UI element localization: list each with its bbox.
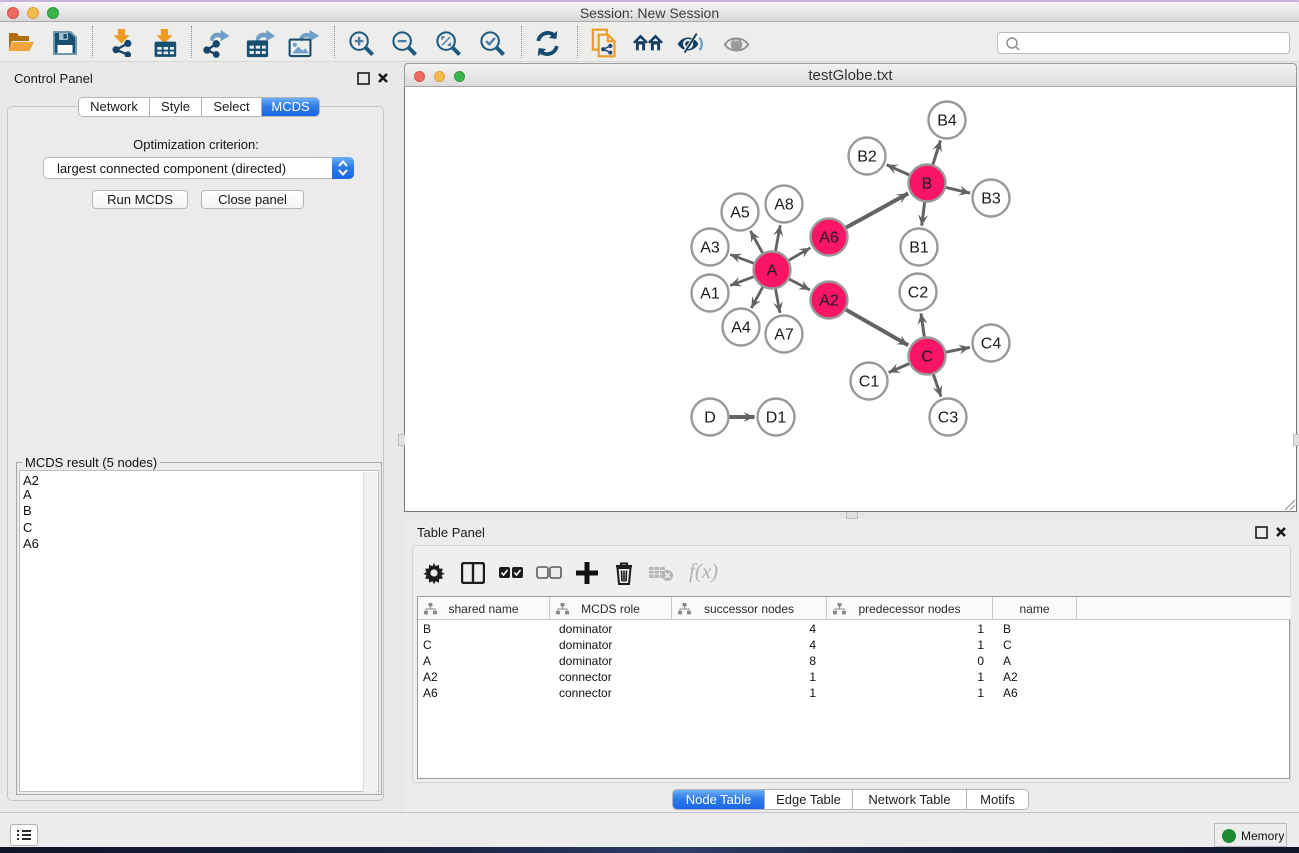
svg-text:A3: A3 — [700, 240, 720, 257]
svg-text:A1: A1 — [700, 286, 720, 303]
svg-text:A8: A8 — [774, 197, 794, 214]
svg-text:D1: D1 — [766, 410, 787, 427]
svg-text:D: D — [704, 410, 716, 427]
svg-text:A: A — [767, 263, 778, 280]
svg-text:B: B — [922, 176, 933, 193]
svg-text:A5: A5 — [730, 205, 750, 222]
svg-text:A7: A7 — [774, 327, 794, 344]
svg-text:A4: A4 — [731, 320, 751, 337]
svg-text:C3: C3 — [938, 410, 959, 427]
svg-text:C2: C2 — [908, 285, 929, 302]
svg-text:B2: B2 — [857, 149, 877, 166]
svg-text:B4: B4 — [937, 113, 957, 130]
svg-text:C1: C1 — [859, 374, 880, 391]
svg-text:B3: B3 — [981, 191, 1001, 208]
svg-text:A6: A6 — [819, 230, 839, 247]
svg-text:B1: B1 — [909, 240, 929, 257]
svg-text:A2: A2 — [819, 293, 839, 310]
svg-text:C4: C4 — [981, 336, 1002, 353]
svg-text:C: C — [921, 349, 933, 366]
